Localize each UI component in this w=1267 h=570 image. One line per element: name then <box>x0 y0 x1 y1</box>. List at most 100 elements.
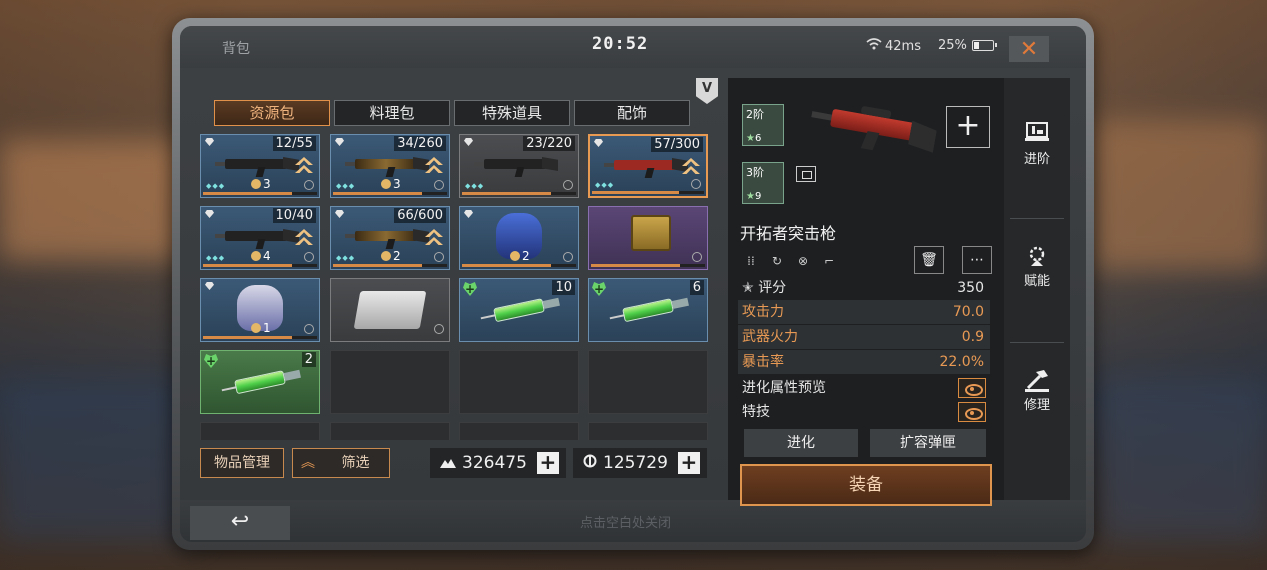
durability-bar <box>462 192 576 195</box>
stage-3-stars: ★9 <box>746 191 762 202</box>
clock: 20:52 <box>592 34 649 54</box>
equip-button[interactable]: 装备 <box>740 464 992 506</box>
tap-to-close-hint[interactable]: 点击空白处关闭 <box>580 512 671 531</box>
coin-currency-icon <box>583 453 597 473</box>
more-button[interactable]: ⋯ <box>962 246 992 274</box>
medkit-image <box>353 291 427 329</box>
status-bar: 背包 20:52 42ms 25% ✕ <box>180 26 1086 68</box>
inventory-slot[interactable]: 23/220 ◆◆◆ <box>459 134 579 198</box>
inventory-slot[interactable]: 34/260 ◆◆◆ 3 <box>330 134 450 198</box>
side-actions: 进阶 赋能 修理 <box>1004 78 1070 500</box>
rarity-gem-icon <box>205 138 214 146</box>
crosshair-icon: ⊗ <box>797 254 809 268</box>
upgrade-arrow-icon <box>295 229 313 247</box>
assault-rifle-image <box>805 88 940 173</box>
category-tabs: 资源包 料理包 特殊道具 配饰 <box>214 100 690 126</box>
weapon-image <box>345 223 429 251</box>
pistol-icon: ⌐ <box>823 254 835 268</box>
filter-label: 筛选 <box>341 455 370 471</box>
add-currency-b-button[interactable]: + <box>677 452 700 474</box>
timer-icon <box>691 179 701 189</box>
rarity-gem-icon <box>205 210 214 218</box>
inventory-slot[interactable]: 12/55 ◆◆◆ 3 <box>200 134 320 198</box>
eye-icon[interactable] <box>958 402 986 422</box>
background-blur <box>1090 120 1267 270</box>
backpack-title: 背包 <box>222 41 250 57</box>
rarity-gem-icon <box>594 139 603 147</box>
timer-icon <box>692 252 702 262</box>
stage-2-slot[interactable]: 2阶 ★6 <box>742 104 784 146</box>
inventory-slot[interactable]: +2 <box>200 350 320 414</box>
item-detail-panel: 2阶 ★6 3阶 ★9 + 开拓者突击枪 ⁞⁞ ↻ ⊗ ⌐ 🗑 ⋯ ✭ 评分 3… <box>728 78 1004 506</box>
reload-icon: ↻ <box>771 254 783 268</box>
close-button[interactable]: ✕ <box>1009 36 1049 62</box>
inventory-slot[interactable] <box>588 206 708 270</box>
rarity-gem-icon <box>205 282 214 290</box>
level-sun-icon <box>251 179 261 189</box>
evolve-preview-label: 进化属性预览 <box>742 380 826 396</box>
filter-button[interactable]: ︽ 筛选 <box>292 448 390 478</box>
empty-slot <box>588 350 708 414</box>
upgrade-arrow-icon <box>425 157 443 175</box>
inventory-slot[interactable]: 1 <box>200 278 320 342</box>
tab-cooking-pack[interactable]: 料理包 <box>334 100 450 126</box>
inventory-slot[interactable]: +6 <box>588 278 708 342</box>
upgrade-arrow-icon <box>425 229 443 247</box>
timer-icon <box>434 324 444 334</box>
weapon-image <box>345 151 429 179</box>
inventory-slot[interactable]: 66/600 ◆◆◆ 2 <box>330 206 450 270</box>
level-sun-icon <box>251 323 261 333</box>
eye-icon[interactable] <box>958 378 986 398</box>
syringe-image <box>220 367 301 397</box>
repair-button[interactable]: 修理 <box>1004 358 1070 428</box>
ping-value: 42ms <box>885 38 921 54</box>
expand-magazine-button[interactable]: 扩容弹匣 <box>870 429 986 457</box>
mountain-currency-icon <box>440 453 456 473</box>
vip-badge[interactable]: V <box>696 78 718 104</box>
gear-icon <box>1024 244 1050 266</box>
preview-toggle-button[interactable] <box>796 166 816 182</box>
tab-resource-pack[interactable]: 资源包 <box>214 100 330 126</box>
evolve-button[interactable]: 进化 <box>744 429 858 457</box>
durability-bar <box>333 264 447 267</box>
durability-bar <box>203 192 317 195</box>
special-skill-label: 特技 <box>742 404 770 420</box>
empty-slot <box>459 422 579 440</box>
timer-icon <box>304 252 314 262</box>
background-blur <box>0 140 190 260</box>
level-sun-icon <box>251 251 261 261</box>
item-quantity: 12/55 <box>272 136 316 151</box>
inventory-slot[interactable]: 10/40 ◆◆◆ 4 <box>200 206 320 270</box>
battery-status: 25% <box>938 38 997 53</box>
back-button[interactable]: ↩ <box>190 506 290 540</box>
inventory-slot[interactable] <box>330 278 450 342</box>
stage-3-label: 3阶 <box>746 166 764 179</box>
repair-label: 修理 <box>1023 398 1050 413</box>
slot-dots: ◆◆◆ <box>595 181 615 189</box>
stat-value: 70.0 <box>952 304 984 320</box>
item-quantity: 23/220 <box>523 136 575 151</box>
stage-3-slot[interactable]: 3阶 ★9 <box>742 162 784 204</box>
item-management-button[interactable]: 物品管理 <box>200 448 284 478</box>
ammo-icon: ⁞⁞ <box>747 254 755 268</box>
advance-button[interactable]: 进阶 <box>1004 112 1070 182</box>
inventory-slot[interactable]: +10 <box>459 278 579 342</box>
tab-special-items[interactable]: 特殊道具 <box>454 100 570 126</box>
slot-dots: ◆◆◆ <box>465 182 485 190</box>
empower-button[interactable]: 赋能 <box>1004 234 1070 304</box>
delete-button[interactable]: 🗑 <box>914 246 944 274</box>
stat-value: 22.0% <box>939 354 984 370</box>
score-value: 350 <box>957 280 984 296</box>
special-skill-row: 特技 <box>738 400 990 424</box>
score-row: ✭ 评分 350 <box>738 276 990 300</box>
stat-crit-rate: 暴击率 22.0% <box>738 350 990 374</box>
supply-chest-image <box>631 215 671 251</box>
timer-icon <box>563 252 573 262</box>
inventory-slot[interactable]: 57/300 ◆◆◆ <box>588 134 708 198</box>
empty-slot <box>588 422 708 440</box>
stat-firepower: 武器火力 0.9 <box>738 325 990 349</box>
add-attachment-button[interactable]: + <box>946 106 990 148</box>
add-currency-a-button[interactable]: + <box>536 452 559 474</box>
inventory-slot[interactable]: 2 <box>459 206 579 270</box>
tab-accessories[interactable]: 配饰 <box>574 100 690 126</box>
